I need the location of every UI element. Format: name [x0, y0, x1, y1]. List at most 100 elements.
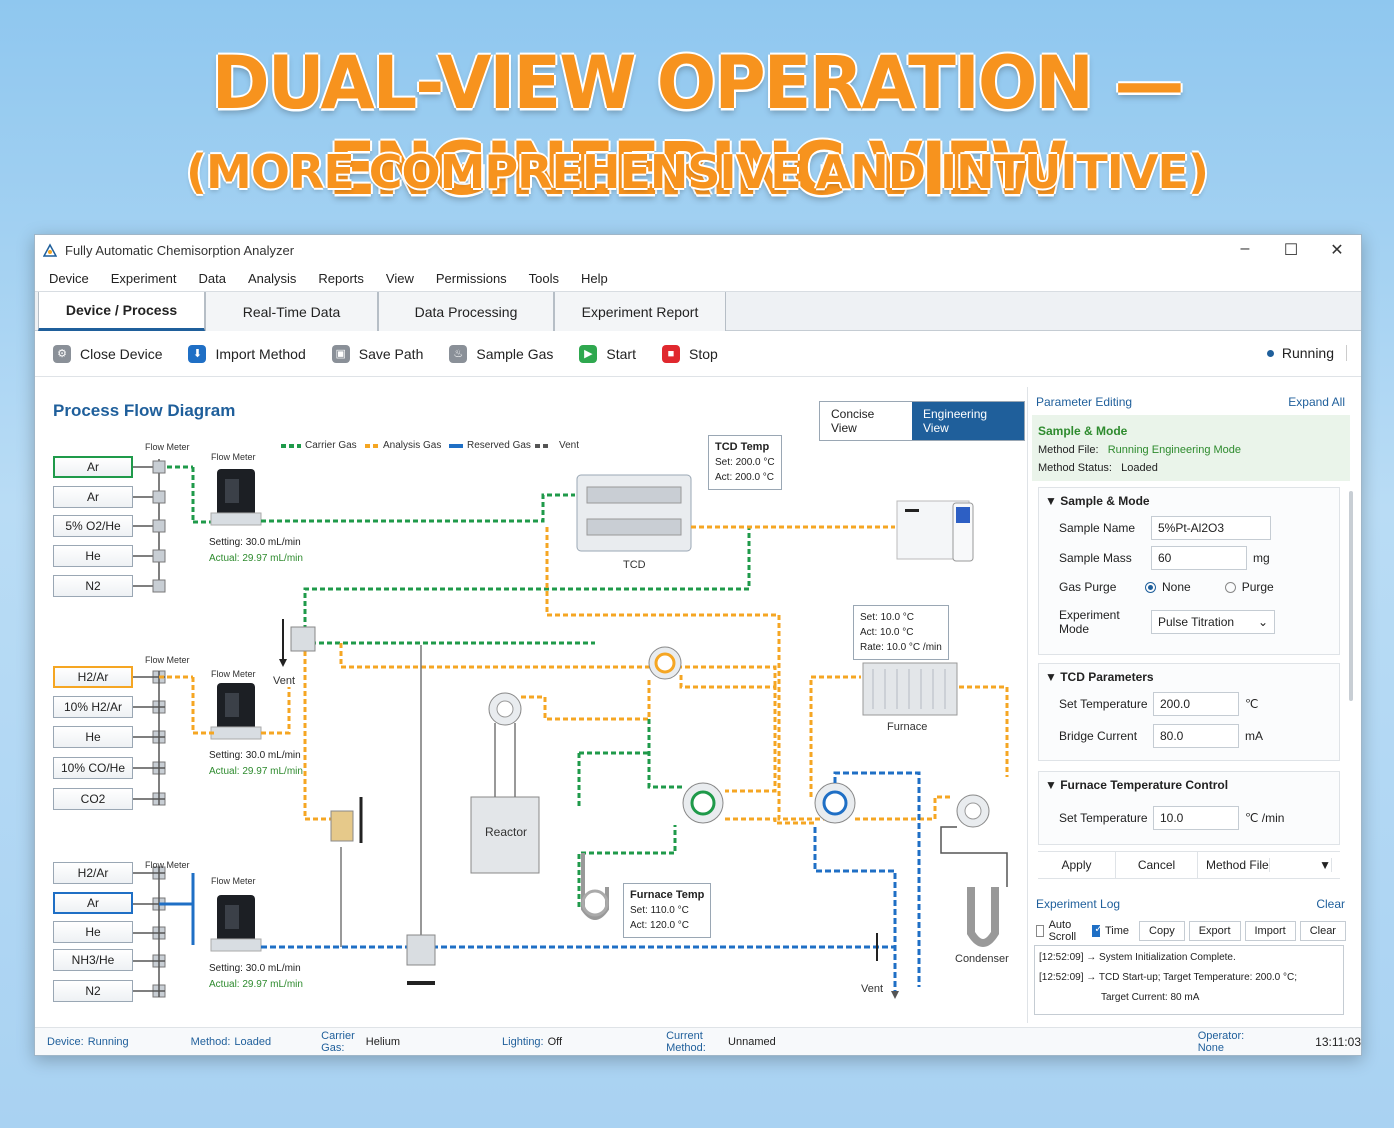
furnace-temp-title: Furnace Temp	[630, 889, 705, 901]
tab-device-process[interactable]: Device / Process	[38, 292, 205, 331]
save-path-button[interactable]: ▣ Save Path	[331, 344, 423, 363]
import-method-button[interactable]: ⬇ Import Method	[188, 344, 306, 363]
status-method-key: Method:	[190, 1035, 231, 1048]
download-icon: ⬇	[188, 344, 207, 363]
log-clear-link[interactable]: Clear	[1316, 897, 1345, 911]
gas-purge-none-radio[interactable]	[1145, 581, 1156, 593]
flow-meter-label-1b: Flow Meter	[211, 452, 256, 462]
stop-icon: ■	[661, 344, 680, 363]
gas-source-g3-3[interactable]: He	[53, 921, 133, 943]
menu-device[interactable]: Device	[49, 271, 89, 286]
sample-gas-button[interactable]: ♨ Sample Gas	[449, 344, 554, 363]
auto-scroll-checkbox[interactable]	[1036, 925, 1044, 937]
vent-label-2: Vent	[861, 983, 884, 995]
reactor-block	[470, 723, 540, 874]
gas-source-g3-4[interactable]: NH3/He	[53, 949, 133, 971]
section-furnace-header[interactable]: ▼ Furnace Temperature Control	[1039, 772, 1339, 798]
status-carrier-key: Carrier Gas:	[321, 1029, 355, 1054]
start-button[interactable]: ▶ Start	[579, 344, 636, 363]
flow-meter-label-1a: Flow Meter	[145, 442, 190, 452]
regulator-bottom	[406, 934, 436, 985]
log-import-button[interactable]: Import	[1244, 921, 1296, 941]
status-carrier-value: Helium	[365, 1035, 401, 1048]
menu-data[interactable]: Data	[199, 271, 226, 286]
close-window-button[interactable]: ✕	[1327, 240, 1347, 260]
gas-purge-label: Gas Purge	[1059, 580, 1117, 594]
flow-meter-device-1	[210, 469, 262, 526]
time-checkbox[interactable]	[1092, 924, 1102, 937]
menu-analysis[interactable]: Analysis	[248, 271, 296, 286]
tcd-label: TCD	[623, 559, 646, 571]
param-header: Parameter Editing	[1036, 395, 1133, 409]
method-status-key: Method Status:	[1038, 462, 1112, 474]
setting-1: Setting: 30.0 mL/min	[209, 537, 301, 548]
gas-source-g3-5[interactable]: N2	[53, 980, 133, 1002]
tab-real-time-data[interactable]: Real-Time Data	[205, 292, 378, 331]
bridge-current-label: Bridge Current	[1059, 729, 1138, 743]
status-method-value: Loaded	[234, 1035, 272, 1048]
gas-bottle-icon: ♨	[449, 344, 468, 363]
detector-device	[896, 500, 974, 562]
pfd-title: Process Flow Diagram	[53, 401, 236, 420]
gas-purge-purge-radio[interactable]	[1224, 581, 1236, 593]
section-sample-mode-header[interactable]: ▼ Sample & Mode	[1039, 488, 1339, 514]
gas-source-g1-3[interactable]: 5% O2/He	[53, 515, 133, 537]
log-clear-button[interactable]: Clear	[1299, 921, 1346, 941]
panel-scrollbar[interactable]	[1349, 491, 1353, 701]
bridge-current-input[interactable]: 80.0	[1153, 724, 1239, 748]
apply-button[interactable]: Apply	[1038, 852, 1116, 878]
menu-tools[interactable]: Tools	[529, 271, 559, 286]
start-label: Start	[606, 345, 636, 362]
section-tcd-header[interactable]: ▼ TCD Parameters	[1039, 664, 1339, 690]
tab-data-processing[interactable]: Data Processing	[378, 292, 554, 331]
section-furnace-title: Furnace Temperature Control	[1060, 778, 1229, 792]
gas-source-g1-4[interactable]: He	[53, 545, 133, 567]
maximize-button[interactable]: ☐	[1281, 240, 1301, 260]
gas-source-g1-1[interactable]: Ar	[53, 456, 133, 478]
method-file-dropdown[interactable]: Method File ▼	[1198, 852, 1340, 878]
setting-2: Setting: 30.0 mL/min	[209, 750, 301, 761]
gas-source-g2-1[interactable]: H2/Ar	[53, 666, 133, 688]
tcd-set-temp-input[interactable]: 200.0	[1153, 692, 1239, 716]
u-tube	[581, 853, 609, 920]
app-logo-icon	[43, 243, 57, 257]
concise-view-button[interactable]: Concise View	[820, 402, 912, 440]
stop-button[interactable]: ■ Stop	[661, 344, 718, 363]
gas-source-g2-3[interactable]: He	[53, 726, 133, 748]
method-status-value: Loaded	[1121, 462, 1158, 474]
cancel-button[interactable]: Cancel	[1116, 852, 1198, 878]
status-device-key: Device:	[47, 1035, 84, 1048]
furnace-temp-act: Act: 120.0 °C	[630, 920, 690, 931]
gas-source-g1-5[interactable]: N2	[53, 575, 133, 597]
tcd-temp-act: Act: 200.0 °C	[715, 472, 775, 483]
sample-name-input[interactable]: 5%Pt-Al2O3	[1151, 516, 1271, 540]
engineering-view-button[interactable]: Engineering View	[912, 402, 1024, 440]
furnace-set-temp-input[interactable]: 10.0	[1153, 806, 1239, 830]
expand-all-link[interactable]: Expand All	[1288, 395, 1345, 409]
actual-3: Actual: 29.97 mL/min	[209, 979, 303, 990]
gas-source-g3-1[interactable]: H2/Ar	[53, 862, 133, 884]
log-copy-button[interactable]: Copy	[1139, 921, 1185, 941]
gas-source-g3-2[interactable]: Ar	[53, 892, 133, 914]
gas-source-g1-2[interactable]: Ar	[53, 486, 133, 508]
gas-source-g2-4[interactable]: 10% CO/He	[53, 757, 133, 779]
tab-experiment-report[interactable]: Experiment Report	[554, 292, 726, 331]
sample-mass-input[interactable]: 60	[1151, 546, 1247, 570]
log-title: Experiment Log	[1036, 897, 1121, 911]
log-export-button[interactable]: Export	[1188, 921, 1241, 941]
sample-gas-label: Sample Gas	[476, 345, 554, 362]
gas-source-g2-5[interactable]: CO2	[53, 788, 133, 810]
menu-permissions[interactable]: Permissions	[436, 271, 507, 286]
menu-view[interactable]: View	[386, 271, 414, 286]
close-device-button[interactable]: ⚙ Close Device	[53, 344, 162, 363]
log-line-2: [12:52:09] → TCD Start-up; Target Temper…	[1039, 972, 1298, 983]
menu-help[interactable]: Help	[581, 271, 608, 286]
method-file-dropdown-label: Method File	[1206, 858, 1270, 872]
furnace-block	[862, 662, 958, 716]
menu-experiment[interactable]: Experiment	[111, 271, 177, 286]
experiment-mode-select[interactable]: Pulse Titration ⌄	[1151, 610, 1275, 634]
minimize-button[interactable]: –	[1235, 240, 1255, 260]
gas-source-g2-2[interactable]: 10% H2/Ar	[53, 696, 133, 718]
furnace-setpoint-box: Set: 10.0 °C Act: 10.0 °C Rate: 10.0 °C …	[853, 605, 949, 660]
menu-reports[interactable]: Reports	[318, 271, 364, 286]
